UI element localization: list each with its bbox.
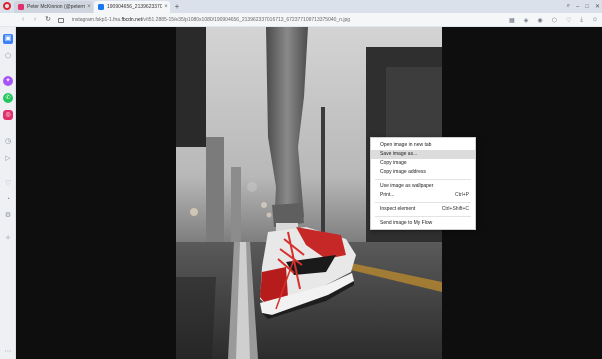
forward-icon[interactable]: › [30, 13, 40, 27]
menu-print[interactable]: Print... Ctrl+P [371, 191, 475, 200]
history-icon[interactable]: ◔ [3, 195, 13, 205]
url-prefix: instagram.fskp1-1.fna. [72, 17, 122, 23]
toolbar-actions: ▦ ◈ ◉ ⬡ ♡ ⤓ ☺ [509, 13, 598, 27]
more-icon[interactable]: ⋯ [3, 347, 13, 357]
instagram-icon[interactable]: ◎ [3, 110, 13, 120]
tab-image[interactable]: 190904656_2139623370167 × [94, 1, 170, 13]
profile-icon[interactable]: ☺ [592, 17, 598, 23]
url-path: /v/t51.2885-15/e35/p1080x1080/190904656_… [142, 17, 351, 23]
tab-title: Peter McKinnon (@petermck [27, 4, 85, 10]
download-icon[interactable]: ⤓ [580, 17, 583, 24]
menu-save-image-as[interactable]: Save image as... [371, 150, 475, 159]
menu-item-label: Inspect element [380, 206, 416, 212]
heart-icon[interactable]: ♡ [566, 17, 571, 24]
close-tab-icon[interactable]: × [162, 4, 170, 10]
menu-item-label: Send image to My Flow [380, 220, 433, 226]
facebook-favicon-icon [98, 4, 104, 10]
menu-shortcut: Ctrl+Shift+C [441, 206, 469, 212]
image-viewer [16, 27, 602, 359]
extensions-icon[interactable]: ⬡ [552, 17, 557, 24]
vpn-icon[interactable]: ◈ [524, 17, 529, 24]
close-tab-icon[interactable]: × [85, 4, 93, 10]
lock-icon[interactable] [58, 17, 64, 23]
menu-item-label: Copy image address [380, 169, 426, 175]
image-context-menu: Open image in new tab Save image as... C… [370, 137, 476, 230]
minimize-icon[interactable]: – [576, 4, 579, 10]
messenger-icon[interactable]: ✦ [3, 76, 13, 86]
tab-strip: Peter McKinnon (@petermck × 190904656_21… [0, 0, 602, 13]
address-toolbar: ‹ › ↻ instagram.fskp1-1.fna. fbcdn.net/v/… [0, 13, 602, 27]
speed-dial-icon[interactable]: ▣ [3, 34, 13, 44]
extensions-icon[interactable]: ⬠ [3, 52, 13, 62]
opera-menu-icon[interactable] [3, 2, 11, 10]
menu-item-label: Open image in new tab [380, 142, 432, 148]
snapshot-icon[interactable]: ◷ [3, 137, 13, 147]
sidebar: ▣ ⬠ ✦ ✆ ◎ ◷ ▷ ♡ ◔ ⚙ ✧ ⋯ [0, 27, 16, 359]
grid-icon[interactable]: ▦ [509, 17, 515, 24]
menu-item-label: Print... [380, 192, 395, 198]
menu-separator [375, 216, 471, 217]
menu-inspect-element[interactable]: Inspect element Ctrl+Shift+C [371, 205, 475, 214]
search-tabs-icon[interactable]: ⌕ [567, 3, 570, 10]
menu-copy-image[interactable]: Copy image [371, 159, 475, 168]
menu-send-to-my-flow[interactable]: Send image to My Flow [371, 219, 475, 228]
url-host: fbcdn.net [121, 17, 143, 23]
tab-instagram-profile[interactable]: Peter McKinnon (@petermck × [14, 1, 93, 13]
whatsapp-icon[interactable]: ✆ [3, 93, 13, 103]
menu-item-label: Use image as wallpaper [380, 183, 434, 189]
menu-separator [375, 179, 471, 180]
window-controls: ⌕ – □ ✕ [567, 0, 600, 13]
tab-title: 190904656_2139623370167 [107, 4, 162, 10]
new-tab-button[interactable]: + [172, 0, 182, 13]
maximize-icon[interactable]: □ [585, 4, 589, 10]
settings-icon[interactable]: ⚙ [3, 211, 13, 221]
instagram-favicon-icon [18, 4, 24, 10]
back-icon[interactable]: ‹ [18, 13, 28, 27]
send-icon[interactable]: ▷ [3, 154, 13, 164]
menu-item-label: Copy image [380, 160, 407, 166]
my-flow-icon[interactable]: ✧ [3, 234, 13, 244]
menu-item-label: Save image as... [380, 151, 418, 157]
menu-shortcut: Ctrl+P [454, 192, 469, 198]
menu-open-image-new-tab[interactable]: Open image in new tab [371, 141, 475, 150]
camera-icon[interactable]: ◉ [537, 17, 542, 24]
menu-use-as-wallpaper[interactable]: Use image as wallpaper [371, 182, 475, 191]
reload-icon[interactable]: ↻ [43, 13, 53, 27]
close-window-icon[interactable]: ✕ [595, 3, 600, 10]
address-field[interactable]: instagram.fskp1-1.fna. fbcdn.net/v/t51.28… [58, 15, 528, 25]
menu-copy-image-address[interactable]: Copy image address [371, 168, 475, 177]
browser-window: Peter McKinnon (@petermck × 190904656_21… [0, 0, 602, 359]
menu-separator [375, 202, 471, 203]
heart-icon[interactable]: ♡ [3, 179, 13, 189]
